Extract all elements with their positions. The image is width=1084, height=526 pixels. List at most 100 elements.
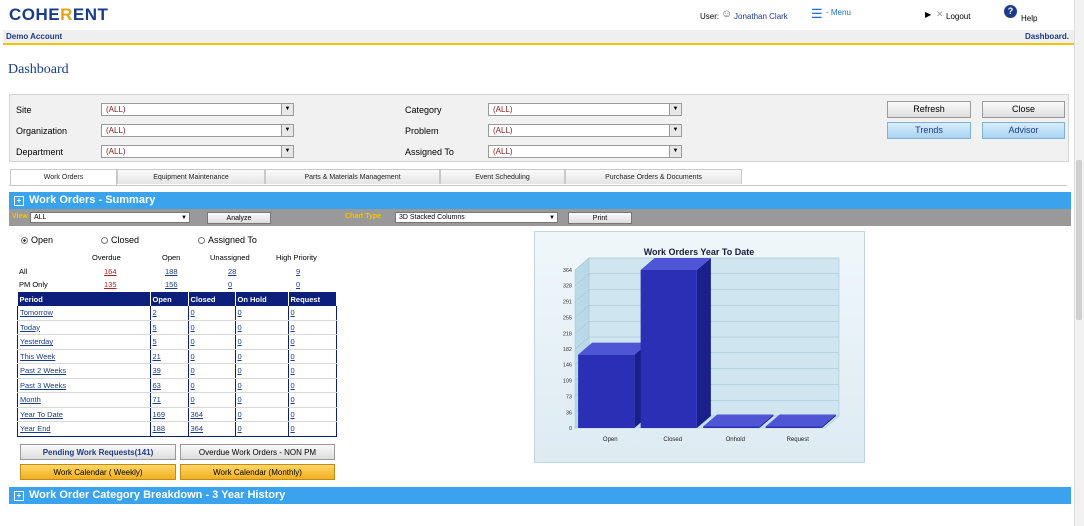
department-select[interactable]: (ALL) ▼: [101, 145, 294, 158]
user-icon: ☺: [721, 8, 733, 20]
work-calendar-weekly-button[interactable]: Work Calendar ( Weekly): [20, 464, 176, 480]
count-link[interactable]: 0: [291, 337, 295, 346]
pending-work-requests-button[interactable]: Pending Work Requests(141): [20, 444, 176, 460]
count-link[interactable]: 5: [153, 337, 157, 346]
count-link[interactable]: 63: [153, 381, 161, 390]
x-tick-label: Request: [787, 437, 810, 443]
logo: COHERENT: [9, 5, 109, 24]
count-link[interactable]: 0: [238, 308, 242, 317]
category-select[interactable]: (ALL) ▼: [488, 103, 682, 116]
count-link[interactable]: 71: [153, 395, 161, 404]
count-link[interactable]: 0: [191, 381, 195, 390]
all-overdue-link[interactable]: 164: [104, 267, 117, 276]
period-link[interactable]: Today: [20, 323, 40, 332]
menu-link[interactable]: - Menu: [826, 8, 851, 17]
pm-overdue-link[interactable]: 135: [104, 280, 117, 289]
all-high-priority-link[interactable]: 9: [296, 267, 300, 276]
count-link[interactable]: 364: [191, 410, 204, 419]
scrollbar-thumb[interactable]: [1076, 160, 1082, 320]
user-name-link[interactable]: Jonathan Clark: [734, 12, 788, 21]
count-link[interactable]: 5: [153, 323, 157, 332]
chart-panel: Work Orders Year To Date 0 36 73 109 146 182 21…: [534, 231, 865, 463]
count-link[interactable]: 364: [191, 424, 204, 433]
chart-type-select[interactable]: 3D Stacked Columns ▼: [395, 212, 558, 223]
count-link[interactable]: 0: [291, 366, 295, 375]
count-link[interactable]: 2: [153, 308, 157, 317]
period-link[interactable]: Year To Date: [20, 410, 63, 419]
count-link[interactable]: 0: [238, 323, 242, 332]
expand-icon[interactable]: +: [14, 196, 24, 206]
site-select[interactable]: (ALL) ▼: [101, 103, 294, 116]
view-select[interactable]: ALL ▼: [30, 212, 190, 223]
analyze-button[interactable]: Analyze: [207, 212, 271, 224]
count-link[interactable]: 188: [153, 424, 166, 433]
table-row: Yesterday 5 0 0 0: [17, 334, 337, 350]
expand-icon[interactable]: +: [14, 491, 24, 501]
table-cell: Past 2 Weeks: [17, 363, 151, 379]
period-link[interactable]: Yesterday: [20, 337, 53, 346]
advisor-button[interactable]: Advisor: [982, 122, 1065, 139]
count-link[interactable]: 39: [153, 366, 161, 375]
count-link[interactable]: 0: [238, 395, 242, 404]
bar: [703, 426, 760, 428]
pm-open-link[interactable]: 156: [165, 280, 178, 289]
period-link[interactable]: Tomorrow: [20, 308, 53, 317]
count-link[interactable]: 0: [291, 410, 295, 419]
period-link[interactable]: Year End: [20, 424, 51, 433]
period-link[interactable]: This Week: [20, 352, 55, 361]
tab-equipment-maintenance[interactable]: Equipment Maintenance: [117, 169, 265, 184]
print-button[interactable]: Print: [568, 212, 632, 224]
logout-link[interactable]: Logout: [946, 12, 970, 21]
period-link[interactable]: Past 2 Weeks: [20, 366, 66, 375]
count-link[interactable]: 0: [238, 381, 242, 390]
count-link[interactable]: 0: [291, 424, 295, 433]
menu-icon[interactable]: ☰: [811, 6, 823, 22]
tab-purchase-orders[interactable]: Purchase Orders & Documents: [565, 169, 742, 184]
trends-button[interactable]: Trends: [887, 122, 971, 139]
help-icon[interactable]: ?: [1004, 5, 1017, 18]
count-link[interactable]: 0: [291, 395, 295, 404]
table-cell: 169: [150, 407, 189, 422]
count-link[interactable]: 0: [238, 410, 242, 419]
count-link[interactable]: 0: [191, 323, 195, 332]
radio-open[interactable]: Open: [21, 235, 53, 245]
count-link[interactable]: 0: [291, 323, 295, 332]
work-calendar-monthly-button[interactable]: Work Calendar (Monthly): [180, 464, 335, 480]
summary-section-header[interactable]: + Work Orders - Summary: [9, 192, 1071, 209]
count-link[interactable]: 0: [191, 308, 195, 317]
count-link[interactable]: 0: [238, 337, 242, 346]
count-link[interactable]: 0: [238, 424, 242, 433]
help-link[interactable]: Help: [1021, 14, 1037, 23]
category-section-header[interactable]: + Work Order Category Breakdown - 3 Year…: [9, 487, 1071, 504]
all-open-link[interactable]: 188: [165, 267, 178, 276]
vertical-scrollbar[interactable]: [1074, 0, 1084, 526]
tab-work-orders[interactable]: Work Orders: [10, 169, 117, 185]
count-link[interactable]: 0: [238, 352, 242, 361]
radio-assigned-to[interactable]: Assigned To: [198, 235, 257, 245]
tab-parts-materials[interactable]: Parts & Materials Management: [265, 169, 440, 184]
assigned-to-select[interactable]: (ALL) ▼: [488, 145, 682, 158]
count-link[interactable]: 0: [238, 366, 242, 375]
organization-select[interactable]: (ALL) ▼: [101, 124, 294, 137]
overdue-work-orders-button[interactable]: Overdue Work Orders - NON PM: [180, 444, 335, 460]
refresh-button[interactable]: Refresh: [887, 101, 971, 118]
table-cell: 0: [235, 421, 289, 437]
count-link[interactable]: 0: [291, 352, 295, 361]
problem-select[interactable]: (ALL) ▼: [488, 124, 682, 137]
close-button[interactable]: Close: [982, 101, 1065, 118]
count-link[interactable]: 0: [191, 337, 195, 346]
count-link[interactable]: 0: [291, 308, 295, 317]
all-unassigned-link[interactable]: 28: [228, 267, 236, 276]
tab-event-scheduling[interactable]: Event Scheduling: [440, 169, 565, 184]
pm-unassigned-link[interactable]: 0: [228, 280, 232, 289]
count-link[interactable]: 0: [191, 395, 195, 404]
period-link[interactable]: Past 3 Weeks: [20, 381, 66, 390]
count-link[interactable]: 0: [191, 352, 195, 361]
count-link[interactable]: 0: [191, 366, 195, 375]
radio-closed[interactable]: Closed: [101, 235, 139, 245]
count-link[interactable]: 21: [153, 352, 161, 361]
period-link[interactable]: Month: [20, 395, 41, 404]
count-link[interactable]: 0: [291, 381, 295, 390]
count-link[interactable]: 169: [153, 410, 166, 419]
pm-high-priority-link[interactable]: 0: [296, 280, 300, 289]
